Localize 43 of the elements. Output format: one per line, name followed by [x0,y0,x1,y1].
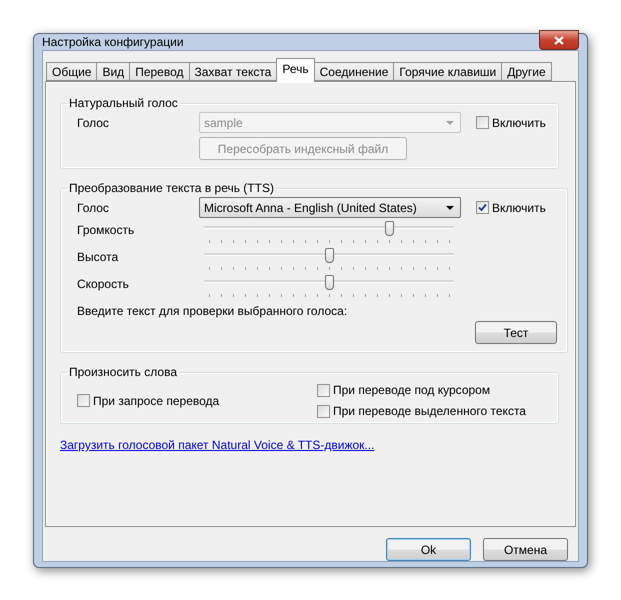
prompt-text: Введите текст для проверки выбранного голоса: [77,304,348,318]
tab[interactable]: Общие [46,62,98,81]
slider-label: Громкость [77,222,136,237]
checkbox-label: Включить [492,116,546,130]
dialog-button[interactable]: Отмена [483,538,568,561]
slider-track[interactable] [204,248,454,272]
checkbox-label: При переводе под курсором [333,383,490,397]
slider-label: Высота [77,249,120,264]
checkbox[interactable] [317,384,330,396]
field-label: Голос [77,116,110,130]
checkbox[interactable] [317,404,330,418]
tab[interactable]: Горячие клавиши [393,62,502,81]
tab[interactable]: Другие [501,62,552,81]
close-button[interactable] [539,30,579,50]
checkbox[interactable] [77,394,90,407]
tab[interactable]: Речь [276,58,315,82]
slider-label: Скорость [77,276,130,291]
slider-thumb[interactable] [325,275,334,290]
checkmark-icon [478,203,487,212]
slider-track[interactable] [204,275,454,299]
tab[interactable]: Перевод [129,62,190,81]
caret-icon [446,206,454,210]
checkbox-label: При переводе выделенного текста [333,404,526,418]
tab[interactable]: Вид [96,62,130,81]
field-label: Голос [77,200,110,214]
tab[interactable]: Захват текста [188,62,278,81]
checkbox-label: Включить [492,200,546,214]
checkbox[interactable] [476,201,489,214]
download-link[interactable]: Загрузить голосовой пакет Natural Voice & TTS-движок... [60,438,374,452]
voice-dropdown[interactable]: Microsoft Anna - English (United States) [199,197,461,218]
slider-track[interactable] [204,221,454,245]
caret-icon [446,120,454,124]
checkbox-label: При запросе перевода [93,394,220,408]
slider-thumb[interactable] [385,221,394,236]
close-icon [554,36,564,44]
dialog-button[interactable]: Ok [386,538,471,561]
group-title: Натуральный голос [68,96,179,110]
test-button[interactable]: Тест [475,321,557,344]
slider-thumb[interactable] [325,248,334,263]
tab[interactable]: Соединение [314,62,394,81]
window-title: Настройка конфигурации [42,35,184,49]
group-title: Произносить слова [68,365,178,379]
group-title: Преобразование текста в речь (TTS) [68,181,275,195]
